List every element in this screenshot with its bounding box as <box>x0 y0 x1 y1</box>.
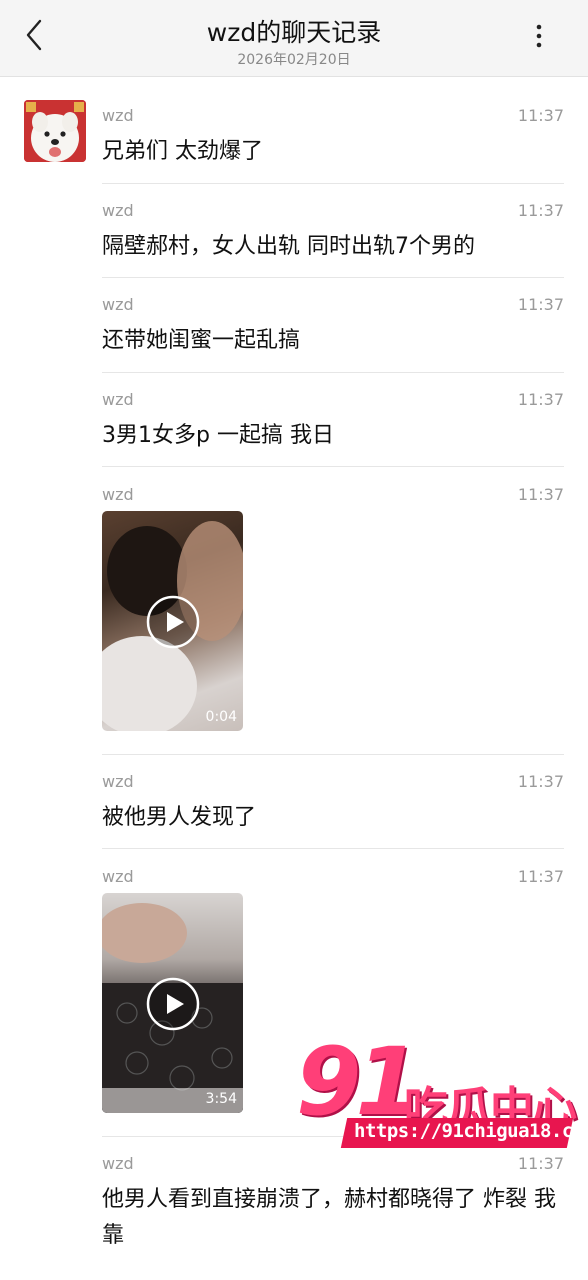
video-duration: 3:54 <box>205 1091 237 1107</box>
message-text: 3男1女多p 一起搞 我日 <box>102 423 334 448</box>
page-title: wzd的聊天记录 <box>206 18 382 47</box>
message-text: 兄弟们 太劲爆了 <box>102 139 263 164</box>
message-item: wzd 11:37 隔壁郝村，女人出轨 同时出轨7个男的 <box>102 201 564 271</box>
message-item: wzd 11:37 被他男人发现了 <box>102 772 564 842</box>
message-text: 被他男人发现了 <box>102 805 257 830</box>
dog-avatar-icon <box>24 100 86 162</box>
play-icon[interactable] <box>146 977 200 1031</box>
message-time: 11:37 <box>517 295 564 314</box>
sender-name: wzd <box>102 106 134 125</box>
header-date: 2026年02月20日 <box>237 52 351 68</box>
sender-name: wzd <box>102 867 134 886</box>
message-item: wzd 11:37 0:04 <box>102 485 564 735</box>
sender-name: wzd <box>102 201 134 220</box>
divider <box>102 183 564 184</box>
sender-name: wzd <box>102 295 134 314</box>
message-time: 11:37 <box>517 485 564 504</box>
play-icon[interactable] <box>146 595 200 649</box>
sender-name: wzd <box>102 485 134 504</box>
message-item: wzd 11:37 还带她闺蜜一起乱搞 <box>102 295 564 365</box>
chat-header: wzd的聊天记录 2026年02月20日 <box>0 0 588 77</box>
avatar[interactable] <box>24 100 86 162</box>
sender-name: wzd <box>102 772 134 791</box>
message-text: 还带她闺蜜一起乱搞 <box>102 328 301 353</box>
message-time: 11:37 <box>517 106 564 125</box>
message-time: 11:37 <box>517 772 564 791</box>
watermark-logo: 91 吃瓜中心 https://91chigua18.com <box>296 1028 588 1154</box>
sender-name: wzd <box>102 1154 134 1173</box>
message-time: 11:37 <box>517 201 564 220</box>
more-vertical-icon[interactable] <box>534 20 544 52</box>
divider <box>102 277 564 278</box>
divider <box>102 372 564 373</box>
divider <box>102 848 564 849</box>
video-thumbnail[interactable]: 0:04 <box>102 511 243 731</box>
message-item: wzd 11:37 他男人看到直接崩溃了，赫村都晓得了 炸裂 我靠 <box>102 1154 564 1264</box>
video-thumbnail[interactable]: 3:54 <box>102 893 243 1113</box>
divider <box>102 754 564 755</box>
watermark-url: https://91chigua18.com <box>354 1120 588 1142</box>
message-time: 11:37 <box>517 867 564 886</box>
message-item: wzd 11:37 兄弟们 太劲爆了 <box>102 106 564 176</box>
video-duration: 0:04 <box>205 709 237 725</box>
message-item: wzd 11:37 3男1女多p 一起搞 我日 <box>102 390 564 460</box>
message-text: 隔壁郝村，女人出轨 同时出轨7个男的 <box>102 234 475 259</box>
divider <box>102 466 564 467</box>
message-time: 11:37 <box>517 1154 564 1173</box>
message-time: 11:37 <box>517 390 564 409</box>
sender-name: wzd <box>102 390 134 409</box>
message-text: 他男人看到直接崩溃了，赫村都晓得了 炸裂 我靠 <box>102 1187 556 1248</box>
